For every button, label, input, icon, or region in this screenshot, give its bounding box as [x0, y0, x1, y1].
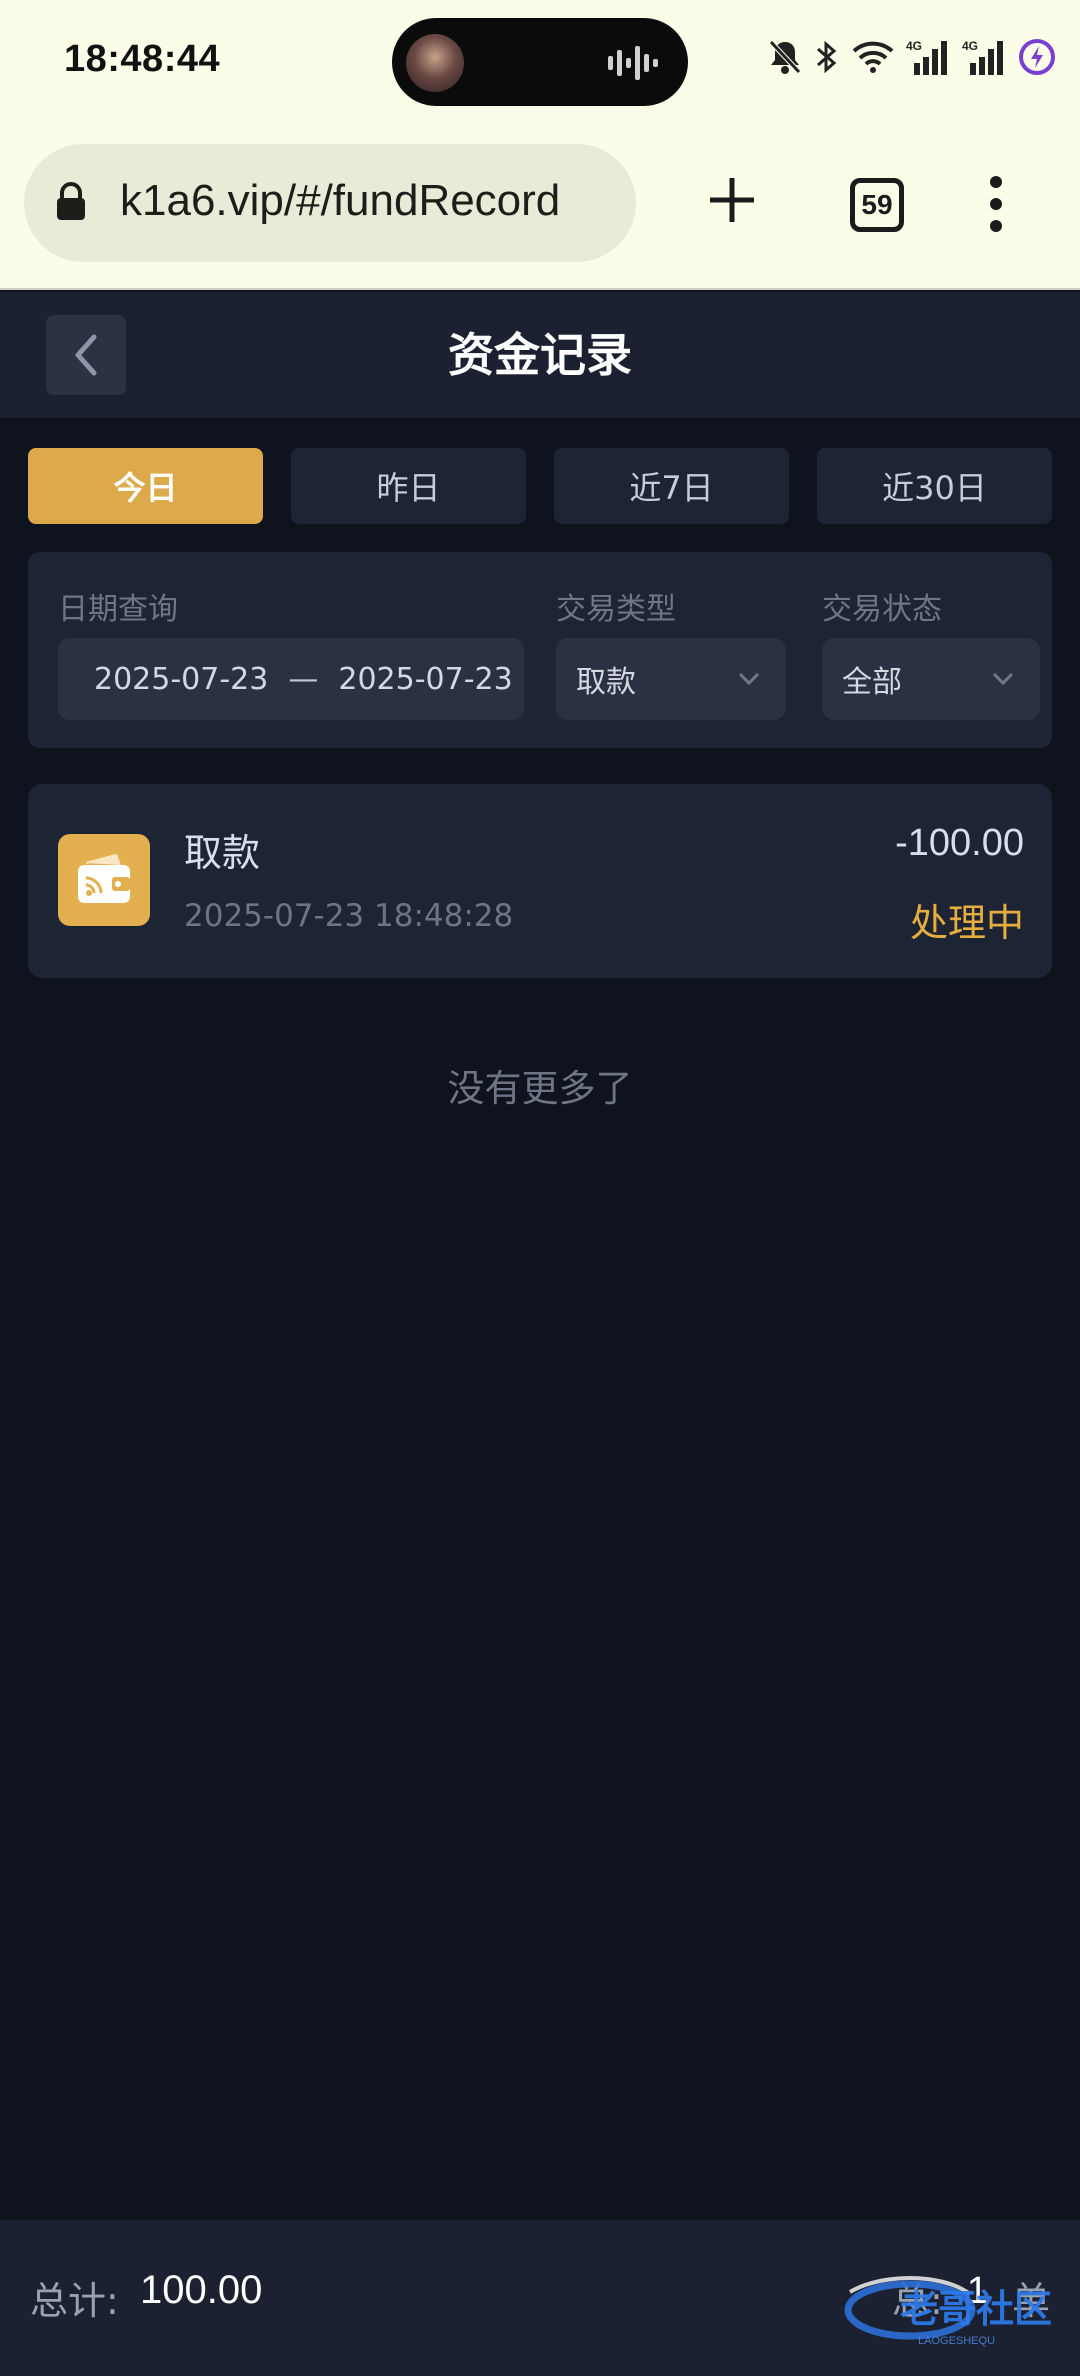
- svg-text:LAOGESHEQU: LAOGESHEQU: [918, 2335, 995, 2347]
- tab-yesterday[interactable]: 昨日: [291, 448, 526, 524]
- filter-panel: 日期查询 交易类型 交易状态 2025-07-23 — 2025-07-23 取…: [28, 552, 1052, 748]
- list-end-text: 没有更多了: [447, 1067, 633, 1110]
- transaction-status-value: 全部: [842, 665, 902, 700]
- tab-today[interactable]: 今日: [28, 448, 263, 524]
- date-start: 2025-07-23: [94, 661, 269, 697]
- transaction-status-select[interactable]: 全部: [822, 638, 1040, 720]
- dynamic-island[interactable]: [392, 18, 688, 106]
- network-type-label-1: 4G: [906, 39, 922, 53]
- watermark-logo: 老哥社区 LAOGESHEQU: [844, 2276, 1052, 2347]
- date-separator: —: [288, 661, 319, 697]
- media-thumbnail: [406, 34, 464, 92]
- transaction-status-label: 交易状态: [822, 592, 942, 627]
- app-header: 资金记录: [0, 292, 1080, 418]
- tab-last-7-days[interactable]: 近7日: [554, 448, 789, 524]
- network-type-label-2: 4G: [962, 39, 978, 53]
- date-range-picker[interactable]: 2025-07-23 — 2025-07-23: [58, 638, 524, 720]
- record-amount: -100.00: [895, 822, 1024, 864]
- record-time: 2025-07-23 18:48:28: [184, 898, 514, 934]
- more-options-icon[interactable]: [984, 174, 1008, 234]
- chevron-left-icon: [75, 334, 97, 376]
- wifi-icon: [852, 41, 894, 73]
- tab-switcher-button[interactable]: 59: [850, 178, 904, 232]
- cell-signal-icon: 4G: [962, 39, 1006, 75]
- battery-charging-icon: [1018, 38, 1056, 76]
- record-type: 取款: [184, 831, 261, 875]
- list-item[interactable]: 取款 2025-07-23 18:48:28 -100.00 处理中: [28, 784, 1052, 978]
- tab-last-30-days[interactable]: 近30日: [817, 448, 1052, 524]
- total-value: 100.00: [140, 2268, 263, 2312]
- page-title: 资金记录: [448, 328, 632, 382]
- bluetooth-icon: [814, 39, 840, 75]
- wallet-icon: [58, 834, 150, 926]
- chevron-down-icon: [992, 672, 1014, 686]
- chevron-down-icon: [738, 672, 760, 686]
- date-query-label: 日期查询: [58, 592, 178, 627]
- bell-muted-icon: [768, 39, 802, 75]
- new-tab-icon[interactable]: [706, 174, 758, 226]
- back-button[interactable]: [46, 315, 126, 395]
- address-bar[interactable]: k1a6.vip/#/fundRecord: [24, 144, 636, 262]
- system-status-bar: 18:48:44 4G 4G: [0, 0, 1080, 128]
- transaction-type-value: 取款: [576, 665, 636, 700]
- cell-signal-icon: 4G: [906, 39, 950, 75]
- transaction-type-label: 交易类型: [556, 592, 676, 627]
- status-time: 18:48:44: [64, 38, 221, 80]
- date-end: 2025-07-23: [338, 661, 513, 697]
- total-label: 总计:: [30, 2279, 119, 2323]
- url-text[interactable]: k1a6.vip/#/fundRecord: [120, 176, 560, 226]
- audio-wave-icon: [608, 46, 658, 80]
- status-badge: 处理中: [909, 901, 1024, 945]
- date-range-tabs: 今日 昨日 近7日 近30日: [28, 448, 1052, 524]
- browser-toolbar: k1a6.vip/#/fundRecord 59: [0, 128, 1080, 290]
- transaction-type-select[interactable]: 取款: [556, 638, 786, 720]
- svg-text:老哥社区: 老哥社区: [900, 2287, 1052, 2331]
- lock-icon: [57, 182, 85, 220]
